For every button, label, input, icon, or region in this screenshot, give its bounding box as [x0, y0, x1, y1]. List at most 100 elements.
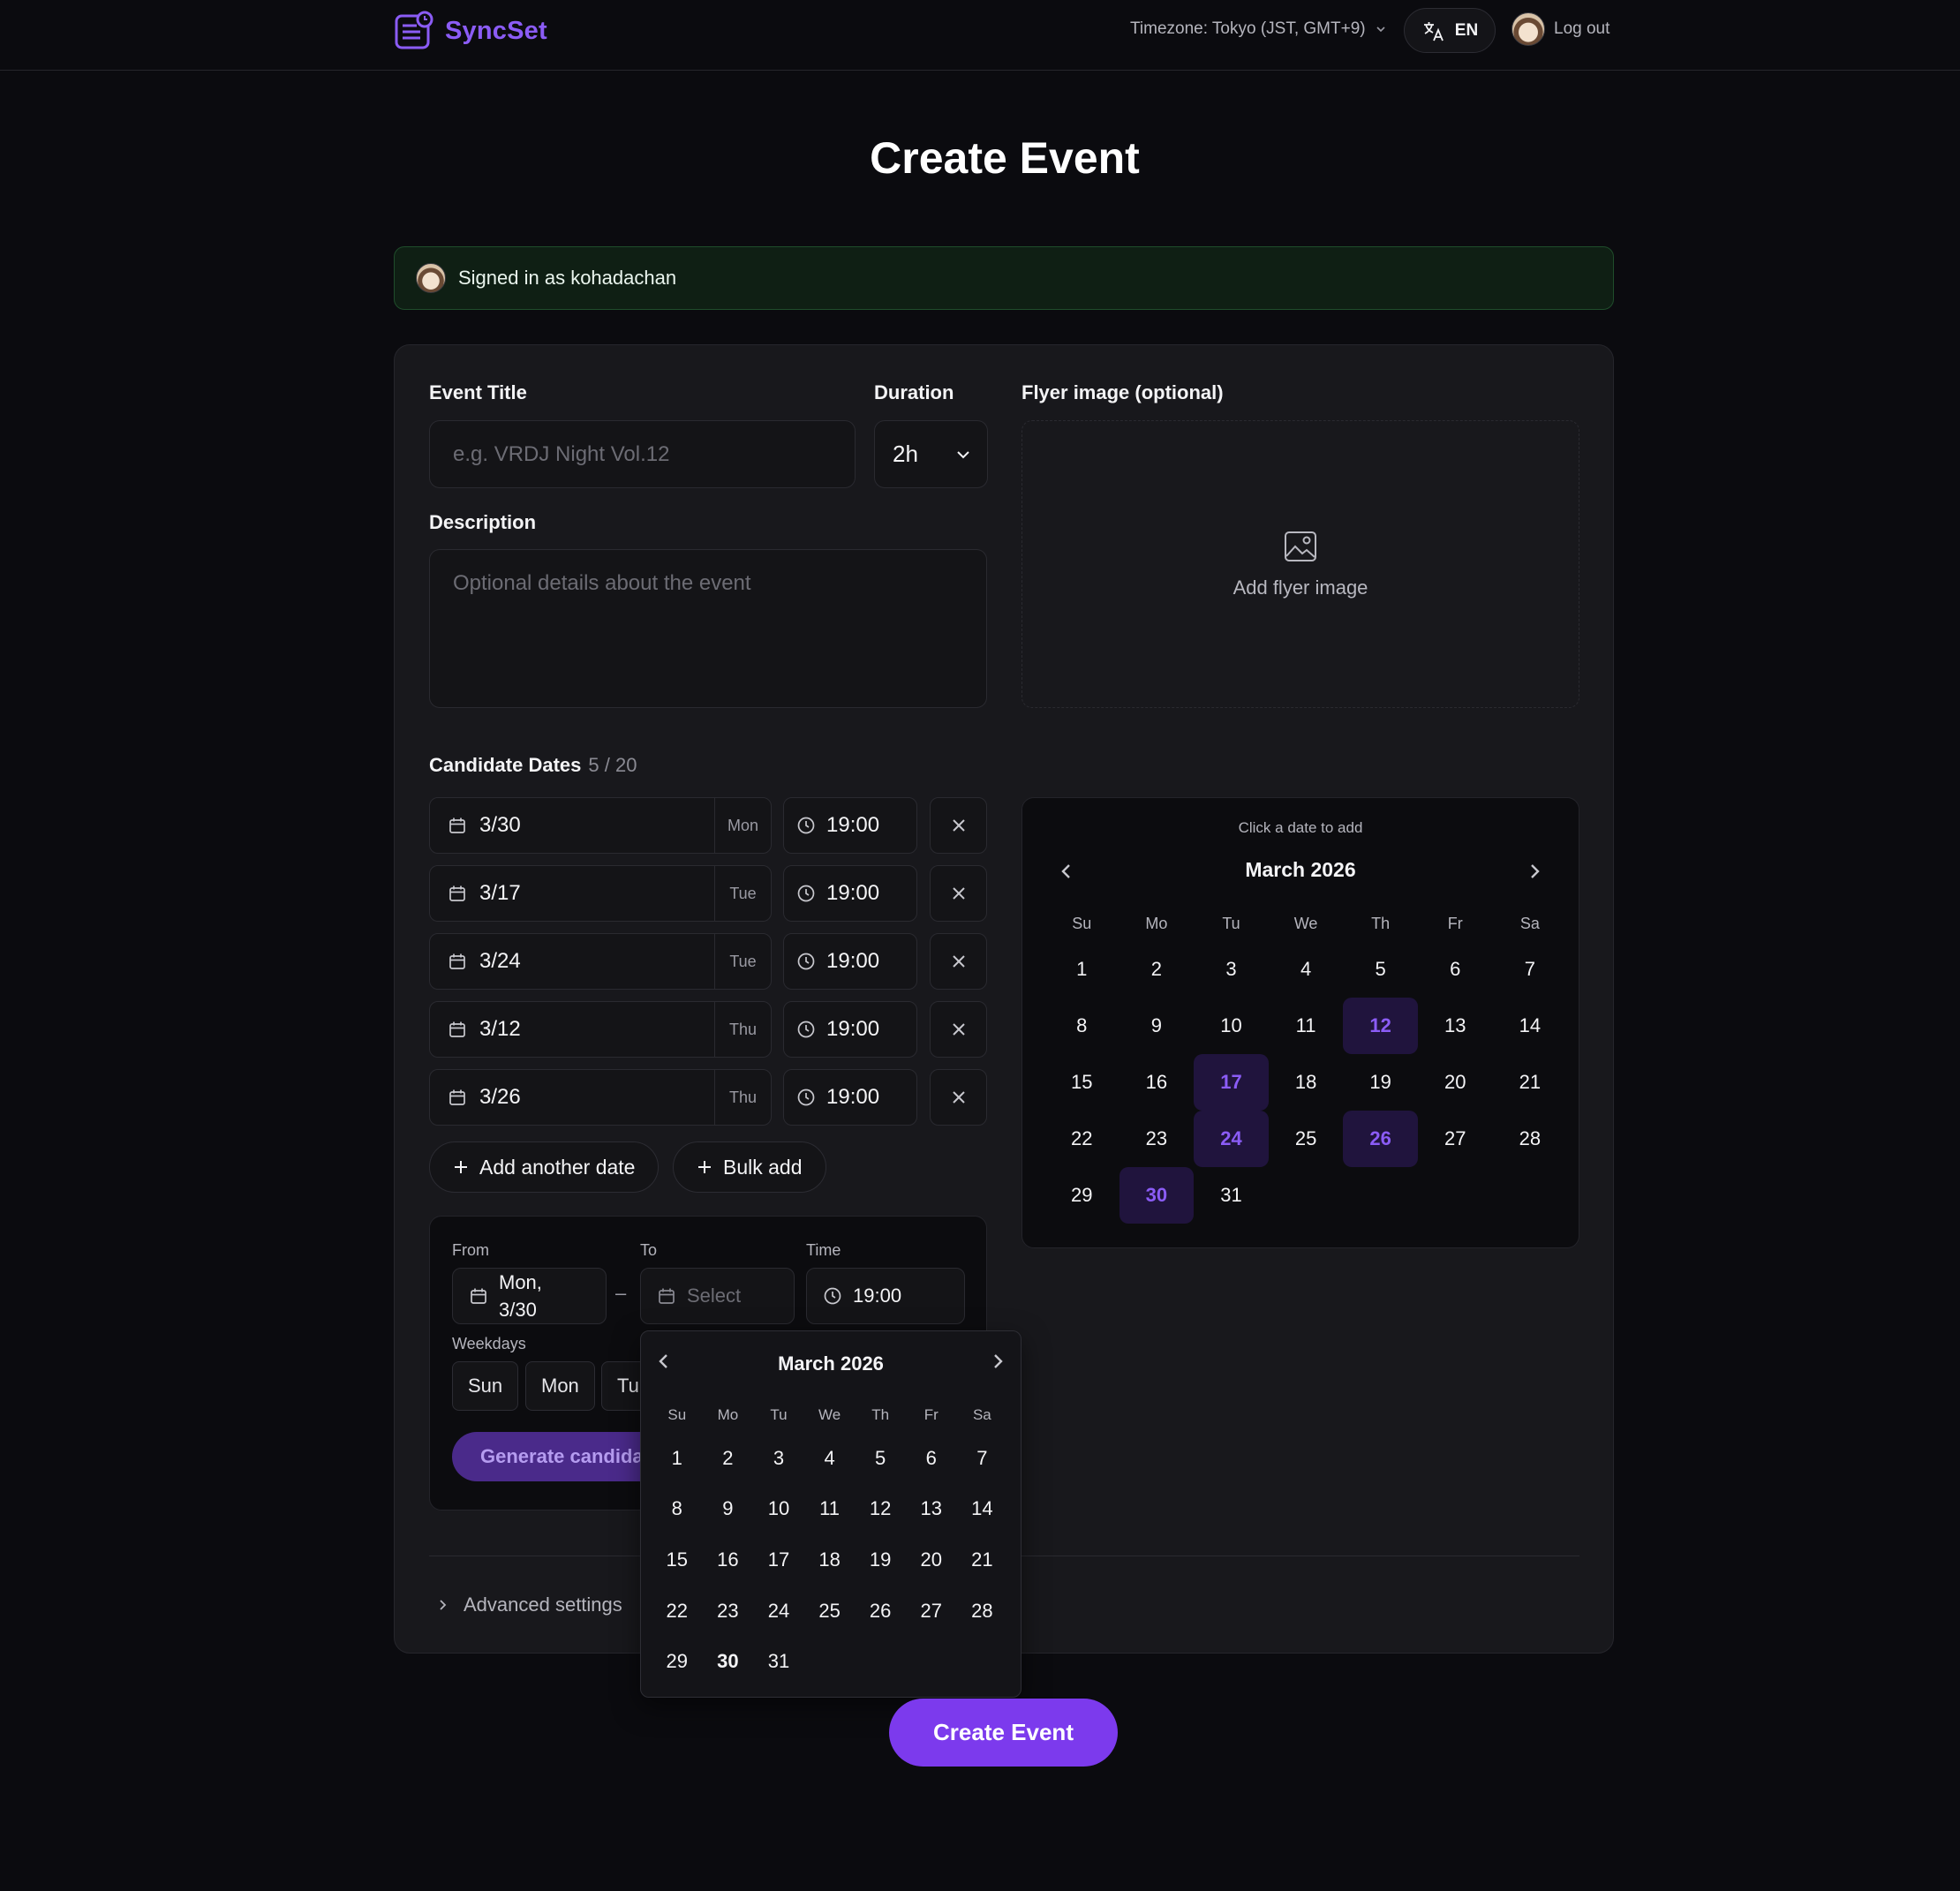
calendar-day[interactable]: 12: [1343, 998, 1418, 1054]
calendar-day[interactable]: 26: [1343, 1111, 1418, 1167]
bulk-time-field[interactable]: 19:00: [806, 1268, 965, 1324]
calendar-day[interactable]: 30: [1119, 1167, 1195, 1224]
calendar-day[interactable]: 26: [855, 1586, 906, 1637]
add-date-button[interactable]: Add another date: [429, 1141, 660, 1193]
calendar-day[interactable]: 29: [1044, 1167, 1119, 1224]
calendar-day[interactable]: 8: [652, 1484, 703, 1535]
calendar-day[interactable]: 1: [1044, 941, 1119, 998]
calendar-day[interactable]: 21: [957, 1534, 1008, 1586]
remove-date-button[interactable]: [930, 933, 987, 990]
create-event-button[interactable]: Create Event: [889, 1699, 1118, 1767]
calendar-day[interactable]: 25: [804, 1586, 856, 1637]
calendar-day[interactable]: 1: [652, 1433, 703, 1484]
calendar-day[interactable]: 28: [1493, 1111, 1568, 1167]
calendar-day[interactable]: 18: [804, 1534, 856, 1586]
candidate-time-field[interactable]: 19:00: [783, 865, 917, 922]
description-field[interactable]: [429, 549, 987, 708]
calendar-day[interactable]: 22: [1044, 1111, 1119, 1167]
calendar-day[interactable]: 18: [1269, 1054, 1344, 1111]
event-title-input[interactable]: [430, 421, 855, 487]
bulk-add-button[interactable]: Bulk add: [673, 1141, 826, 1193]
calendar-day[interactable]: 5: [855, 1433, 906, 1484]
calendar-day[interactable]: 3: [1194, 941, 1269, 998]
flyer-dropzone[interactable]: Add flyer image: [1021, 420, 1579, 708]
candidate-date-field[interactable]: 3/12 Thu: [429, 1001, 772, 1058]
calendar-day[interactable]: 6: [1418, 941, 1493, 998]
calendar-day[interactable]: 14: [957, 1484, 1008, 1535]
logout-button[interactable]: Log out: [1511, 12, 1609, 46]
calendar-day[interactable]: 30: [703, 1636, 754, 1687]
calendar-day[interactable]: 4: [804, 1433, 856, 1484]
candidate-date-field[interactable]: 3/24 Tue: [429, 933, 772, 990]
calendar-day[interactable]: 21: [1493, 1054, 1568, 1111]
remove-date-button[interactable]: [930, 1001, 987, 1058]
brand[interactable]: SyncSet: [394, 11, 547, 51]
calendar-day[interactable]: 17: [1194, 1054, 1269, 1111]
calendar-day[interactable]: 16: [1119, 1054, 1195, 1111]
next-month-button[interactable]: [1522, 859, 1547, 884]
duration-select[interactable]: 2h: [874, 420, 988, 488]
calendar-day[interactable]: 25: [1269, 1111, 1344, 1167]
description-input[interactable]: [430, 550, 986, 707]
calendar-day[interactable]: 31: [1194, 1167, 1269, 1224]
candidate-time-field[interactable]: 19:00: [783, 933, 917, 990]
remove-date-button[interactable]: [930, 797, 987, 854]
from-date-field[interactable]: Mon, 3/30: [452, 1268, 607, 1324]
calendar-day[interactable]: 22: [652, 1586, 703, 1637]
candidate-date-field[interactable]: 3/17 Tue: [429, 865, 772, 922]
calendar-day[interactable]: 9: [1119, 998, 1195, 1054]
calendar-day[interactable]: 29: [652, 1636, 703, 1687]
calendar-day[interactable]: 12: [855, 1484, 906, 1535]
language-toggle[interactable]: EN: [1404, 8, 1496, 53]
popup-next-month-button[interactable]: [985, 1349, 1010, 1374]
weekday-sun[interactable]: Sun: [452, 1361, 519, 1411]
calendar-day[interactable]: 5: [1343, 941, 1418, 998]
candidate-date-field[interactable]: 3/30 Mon: [429, 797, 772, 854]
calendar-day[interactable]: 23: [1119, 1111, 1195, 1167]
remove-date-button[interactable]: [930, 865, 987, 922]
calendar-day[interactable]: 7: [1493, 941, 1568, 998]
calendar-day[interactable]: 8: [1044, 998, 1119, 1054]
calendar-day[interactable]: 20: [906, 1534, 957, 1586]
calendar-day[interactable]: 15: [652, 1534, 703, 1586]
calendar-day[interactable]: 2: [1119, 941, 1195, 998]
calendar-day[interactable]: 14: [1493, 998, 1568, 1054]
calendar-day[interactable]: 24: [753, 1586, 804, 1637]
remove-date-button[interactable]: [930, 1069, 987, 1126]
calendar-day[interactable]: 20: [1418, 1054, 1493, 1111]
advanced-settings-toggle[interactable]: Advanced settings: [435, 1593, 622, 1616]
candidate-time-field[interactable]: 19:00: [783, 797, 917, 854]
weekday-mon[interactable]: Mon: [525, 1361, 595, 1411]
calendar-day[interactable]: 27: [1418, 1111, 1493, 1167]
calendar-day[interactable]: 11: [1269, 998, 1344, 1054]
calendar-day[interactable]: 10: [753, 1484, 804, 1535]
calendar-day[interactable]: 2: [703, 1433, 754, 1484]
calendar-day[interactable]: 6: [906, 1433, 957, 1484]
calendar-day[interactable]: 19: [1343, 1054, 1418, 1111]
calendar-day[interactable]: 23: [703, 1586, 754, 1637]
calendar-day[interactable]: 13: [906, 1484, 957, 1535]
calendar-day[interactable]: 7: [957, 1433, 1008, 1484]
candidate-time-field[interactable]: 19:00: [783, 1001, 917, 1058]
candidate-time-field[interactable]: 19:00: [783, 1069, 917, 1126]
calendar-day[interactable]: 16: [703, 1534, 754, 1586]
calendar-day[interactable]: 3: [753, 1433, 804, 1484]
image-icon: [1285, 531, 1316, 561]
calendar-day[interactable]: 4: [1269, 941, 1344, 998]
calendar-day[interactable]: 11: [804, 1484, 856, 1535]
calendar-day[interactable]: 19: [855, 1534, 906, 1586]
candidate-date-field[interactable]: 3/26 Thu: [429, 1069, 772, 1126]
event-title-field[interactable]: [429, 420, 856, 488]
calendar-day[interactable]: 10: [1194, 998, 1269, 1054]
timezone-selector[interactable]: Timezone: Tokyo (JST, GMT+9): [1130, 19, 1387, 39]
calendar-day[interactable]: 13: [1418, 998, 1493, 1054]
calendar-icon: [449, 1021, 465, 1037]
calendar-day[interactable]: 9: [703, 1484, 754, 1535]
calendar-day[interactable]: 17: [753, 1534, 804, 1586]
calendar-day[interactable]: 24: [1194, 1111, 1269, 1167]
calendar-day[interactable]: 15: [1044, 1054, 1119, 1111]
calendar-day[interactable]: 31: [753, 1636, 804, 1687]
to-date-field[interactable]: Select: [640, 1268, 795, 1324]
calendar-day[interactable]: 28: [957, 1586, 1008, 1637]
calendar-day[interactable]: 27: [906, 1586, 957, 1637]
